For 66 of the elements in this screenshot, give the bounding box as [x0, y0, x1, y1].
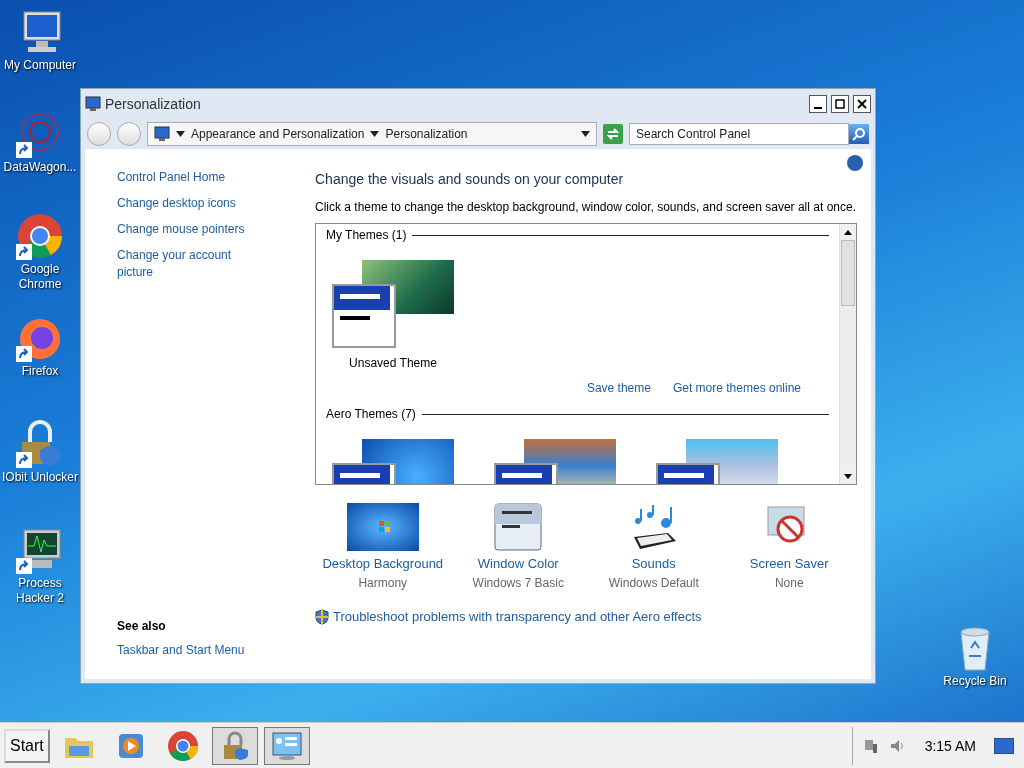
page-description: Click a theme to change the desktop background, window color, sounds, and screen saver all at once. — [315, 199, 857, 215]
refresh-icon[interactable] — [603, 124, 623, 144]
close-icon — [857, 99, 867, 109]
troubleshoot-link[interactable]: Troubleshoot problems with transparency and other Aero effects — [333, 608, 702, 625]
caret-icon[interactable] — [176, 131, 185, 137]
down-arrow-icon — [844, 473, 852, 479]
network-icon[interactable] — [862, 737, 879, 754]
desktop-icon-label[interactable]: My Computer — [4, 58, 76, 73]
breadcrumb-item[interactable]: Personalization — [385, 127, 468, 141]
breadcrumb-item[interactable]: Appearance and Personalization — [191, 127, 365, 141]
search-icon — [852, 127, 866, 141]
minimize-button[interactable] — [809, 95, 827, 113]
setting-link[interactable]: Desktop Background — [322, 555, 444, 572]
setting-link[interactable]: Sounds — [631, 555, 676, 572]
window-preview-icon — [332, 284, 396, 348]
desktop-icon-label[interactable]: Google Chrome — [0, 262, 80, 292]
desktop-icon-label[interactable]: Recycle Bin — [943, 674, 1007, 689]
minimize-icon — [814, 107, 822, 109]
theme-link[interactable]: Save theme — [586, 380, 651, 397]
caret-icon[interactable] — [370, 131, 380, 137]
setting-link[interactable]: Screen Saver — [749, 555, 829, 572]
control-panel-icon — [270, 730, 303, 761]
sidebar-link[interactable]: Control Panel Home — [117, 169, 263, 186]
monitor-icon — [85, 96, 101, 112]
chrome-icon — [166, 729, 199, 762]
theme-item[interactable]: Unsaved Theme — [332, 260, 454, 370]
search-button[interactable] — [849, 124, 869, 144]
window-color-icon — [494, 503, 543, 551]
theme-link[interactable]: Get more themes online — [672, 380, 801, 397]
desktop-icon-label[interactable]: IObit Unlocker — [2, 470, 78, 485]
sidebar-link[interactable]: Change mouse pointers — [117, 221, 263, 238]
up-arrow-icon — [844, 229, 852, 235]
maximize-icon — [835, 99, 845, 109]
setting-link[interactable]: Window Color — [477, 555, 559, 572]
theme-group-title: Aero Themes (7) — [326, 407, 416, 421]
address-bar[interactable]: Appearance and Personalization Personalization — [147, 122, 597, 146]
show-desktop-icon[interactable] — [994, 737, 1014, 754]
play-icon — [116, 731, 145, 760]
setting-value: Harmony — [358, 576, 408, 590]
setting-value: Windows 7 Basic — [472, 576, 564, 590]
desktop-icon-label[interactable]: Firefox — [21, 364, 59, 379]
sidebar-link[interactable]: Taskbar and Start Menu — [117, 642, 263, 659]
setting-value: Windows Default — [608, 576, 699, 590]
caret-icon[interactable] — [581, 131, 590, 137]
taskbar-button[interactable] — [211, 726, 258, 765]
setting-value: None — [774, 576, 804, 590]
search-field[interactable]: Search Control Panel — [629, 123, 849, 145]
sidebar-link[interactable]: Change desktop icons — [117, 195, 263, 212]
clock[interactable]: 3:15 AM — [924, 737, 976, 754]
shield-icon — [315, 608, 329, 625]
page-heading: Change the visuals and sounds on your computer — [315, 171, 625, 187]
window-title: Personalization — [105, 96, 202, 112]
close-button[interactable] — [853, 95, 871, 113]
scrollbar-thumb[interactable] — [841, 240, 855, 306]
scrollbar[interactable] — [839, 224, 856, 484]
theme-group-title: My Themes (1) — [326, 228, 407, 242]
help-button[interactable] — [847, 155, 863, 171]
chrome-icon — [16, 212, 64, 260]
monitor-icon — [154, 126, 170, 142]
see-also-heading: See also — [117, 619, 167, 633]
theme-label: Unsaved Theme — [349, 356, 437, 370]
start-button[interactable]: Start — [4, 728, 50, 763]
desktop-icon-label[interactable]: DataWagon... — [3, 160, 77, 175]
maximize-button[interactable] — [831, 95, 849, 113]
sidebar-link[interactable]: Change your account picture — [117, 247, 263, 281]
taskbar-button[interactable] — [263, 726, 310, 765]
